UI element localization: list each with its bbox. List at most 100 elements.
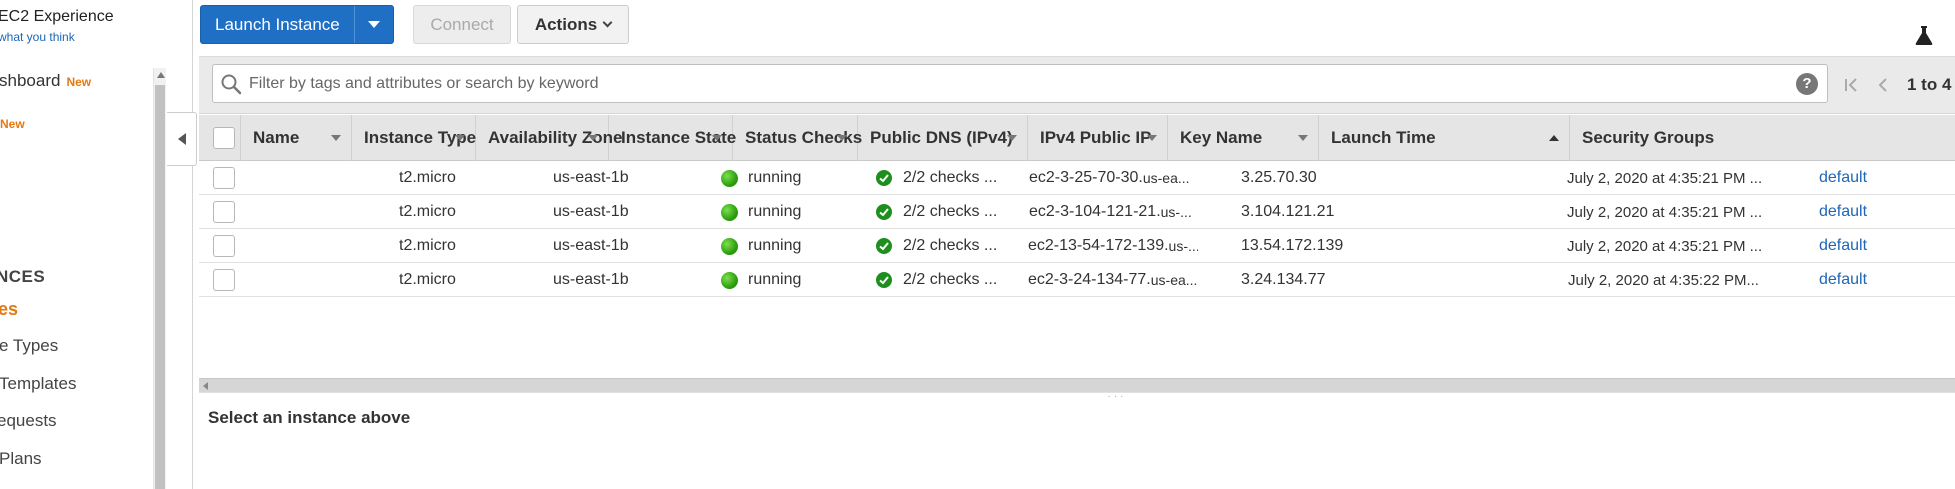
- column-label: IPv4 Public IP: [1040, 128, 1152, 147]
- column-header-public-dns[interactable]: Public DNS (IPv4): [858, 115, 1028, 161]
- feedback-link[interactable]: what you think: [0, 30, 75, 44]
- row-checkbox[interactable]: [213, 235, 235, 257]
- cell-public-dns: ec2-3-24-134-77. us-ea...: [1028, 263, 1198, 297]
- cell-ipv4-public-ip: 3.104.121.21: [1241, 203, 1335, 220]
- cell-instance-type: t2.micro: [399, 271, 456, 288]
- column-label: Launch Time: [1331, 128, 1436, 147]
- row-checkbox[interactable]: [213, 167, 235, 189]
- cell-status-checks: 2/2 checks ...: [876, 195, 1002, 229]
- scroll-up-icon[interactable]: [157, 72, 165, 78]
- dns-main: ec2-3-24-134-77.: [1028, 271, 1151, 288]
- cell-security-groups: default: [1819, 195, 1919, 229]
- select-all-checkbox[interactable]: [213, 127, 235, 149]
- column-header-security-groups[interactable]: Security Groups: [1570, 115, 1955, 161]
- security-group-link[interactable]: default: [1819, 203, 1867, 221]
- cell-ipv4-public-ip: 13.54.172.139: [1241, 237, 1344, 254]
- sidebar-item-instances[interactable]: es: [0, 299, 18, 320]
- prev-page-icon[interactable]: [1874, 76, 1892, 94]
- horizontal-scrollbar[interactable]: [199, 378, 1955, 392]
- actions-button[interactable]: Actions: [517, 5, 629, 44]
- column-header-name[interactable]: Name: [241, 115, 352, 161]
- cell-ipv4-public-ip: 3.24.134.77: [1241, 271, 1326, 288]
- cell-name: [241, 263, 352, 297]
- check-icon: [876, 272, 892, 288]
- column-header-status-checks[interactable]: Status Checks: [733, 115, 862, 161]
- sidebar-item-new[interactable]: New: [0, 115, 25, 133]
- state-label: running: [748, 271, 802, 288]
- sort-icon: [331, 135, 341, 141]
- launch-options-button[interactable]: [353, 6, 393, 43]
- table-row[interactable]: t2.micro us-east-1b running 2/2 checks .…: [199, 195, 1955, 229]
- search-box: ?: [212, 64, 1828, 103]
- chevron-down-icon: [367, 21, 380, 28]
- check-icon: [876, 238, 892, 254]
- sort-icon: [712, 135, 722, 141]
- sort-icon: [455, 135, 465, 141]
- pane-resize-handle[interactable]: ···: [199, 391, 1955, 402]
- detail-message: Select an instance above: [208, 408, 411, 427]
- launch-instance-button[interactable]: Launch Instance: [201, 6, 354, 43]
- cell-launch-time: July 2, 2020 at 4:35:22 PM...: [1568, 271, 1759, 289]
- sidebar-item-launch-templates[interactable]: Templates: [0, 374, 76, 394]
- checks-label: 2/2 checks ...: [903, 271, 998, 288]
- connect-button[interactable]: Connect: [413, 5, 511, 44]
- first-page-icon[interactable]: [1843, 76, 1861, 94]
- sidebar-section-header: NCES: [0, 267, 46, 286]
- cell-instance-type: t2.micro: [399, 203, 456, 220]
- cell-launch-time: July 2, 2020 at 4:35:21 PM ...: [1567, 203, 1763, 221]
- toolbar: Launch Instance Connect Actions: [199, 0, 1955, 57]
- column-label: Public DNS (IPv4): [870, 128, 1013, 147]
- cell-status-checks: 2/2 checks ...: [876, 161, 1002, 195]
- row-checkbox[interactable]: [213, 269, 235, 291]
- cell-public-dns: ec2-13-54-172-139. us-...: [1028, 229, 1198, 263]
- column-header-instance-type[interactable]: Instance Type: [352, 115, 476, 161]
- cell-key-name: [1369, 229, 1520, 263]
- sort-icon: [1298, 135, 1308, 141]
- sidebar-title: EC2 Experience: [0, 8, 114, 25]
- security-group-link[interactable]: default: [1819, 169, 1867, 187]
- column-header-launch-time[interactable]: Launch Time: [1319, 115, 1570, 161]
- flask-icon[interactable]: [1913, 24, 1935, 46]
- status-dot-icon: [721, 203, 738, 221]
- row-checkbox[interactable]: [213, 201, 235, 223]
- cell-status-checks: 2/2 checks ...: [876, 263, 1002, 297]
- column-header-availability-zone[interactable]: Availability Zone: [476, 115, 622, 161]
- checks-label: 2/2 checks ...: [903, 203, 998, 220]
- dns-main: ec2-3-25-70-30.: [1029, 169, 1143, 186]
- dns-rest: us-...: [1168, 238, 1198, 254]
- cell-security-groups: default: [1819, 229, 1919, 263]
- table-row[interactable]: t2.micro us-east-1b running 2/2 checks .…: [199, 263, 1955, 297]
- security-group-link[interactable]: default: [1819, 237, 1867, 255]
- sidebar-item-dashboard[interactable]: shboard New: [0, 71, 91, 91]
- cell-public-dns: ec2-3-104-121-21. us-...: [1029, 195, 1199, 229]
- column-header-key-name[interactable]: Key Name: [1168, 115, 1319, 161]
- sidebar-scrollbar[interactable]: [153, 68, 166, 489]
- sidebar-item-label: shboard: [0, 71, 61, 90]
- column-header-instance-state[interactable]: Instance State: [609, 115, 736, 161]
- scroll-left-icon[interactable]: [203, 382, 208, 390]
- cell-name: [241, 229, 352, 263]
- sidebar: EC2 Experience what you think shboard New…: [0, 0, 193, 489]
- column-header-ipv4-public-ip[interactable]: IPv4 Public IP: [1028, 115, 1168, 161]
- search-input[interactable]: [242, 74, 1796, 93]
- sort-icon: [1147, 135, 1157, 141]
- cell-instance-type: t2.micro: [399, 169, 456, 186]
- cell-availability-zone: us-east-1b: [553, 271, 629, 288]
- cell-availability-zone: us-east-1b: [553, 237, 629, 254]
- security-group-link[interactable]: default: [1819, 271, 1867, 289]
- scrollbar-thumb[interactable]: [155, 85, 165, 489]
- new-badge: New: [66, 75, 92, 89]
- header-select-cell: [199, 115, 241, 161]
- sidebar-item-spot-requests[interactable]: equests: [0, 411, 57, 431]
- table-row[interactable]: t2.micro us-east-1b running 2/2 checks .…: [199, 229, 1955, 263]
- table-row[interactable]: t2.micro us-east-1b running 2/2 checks .…: [199, 161, 1955, 195]
- check-icon: [876, 204, 892, 220]
- sort-icon: [588, 135, 598, 141]
- cell-launch-time: July 2, 2020 at 4:35:21 PM ...: [1567, 169, 1763, 187]
- state-label: running: [748, 203, 802, 220]
- sidebar-item-instance-types[interactable]: e Types: [0, 336, 58, 356]
- sidebar-item-savings-plans[interactable]: Plans: [0, 449, 42, 469]
- cell-instance-type: t2.micro: [399, 237, 456, 254]
- help-icon[interactable]: ?: [1796, 72, 1818, 95]
- sidebar-collapse-button[interactable]: [167, 112, 197, 166]
